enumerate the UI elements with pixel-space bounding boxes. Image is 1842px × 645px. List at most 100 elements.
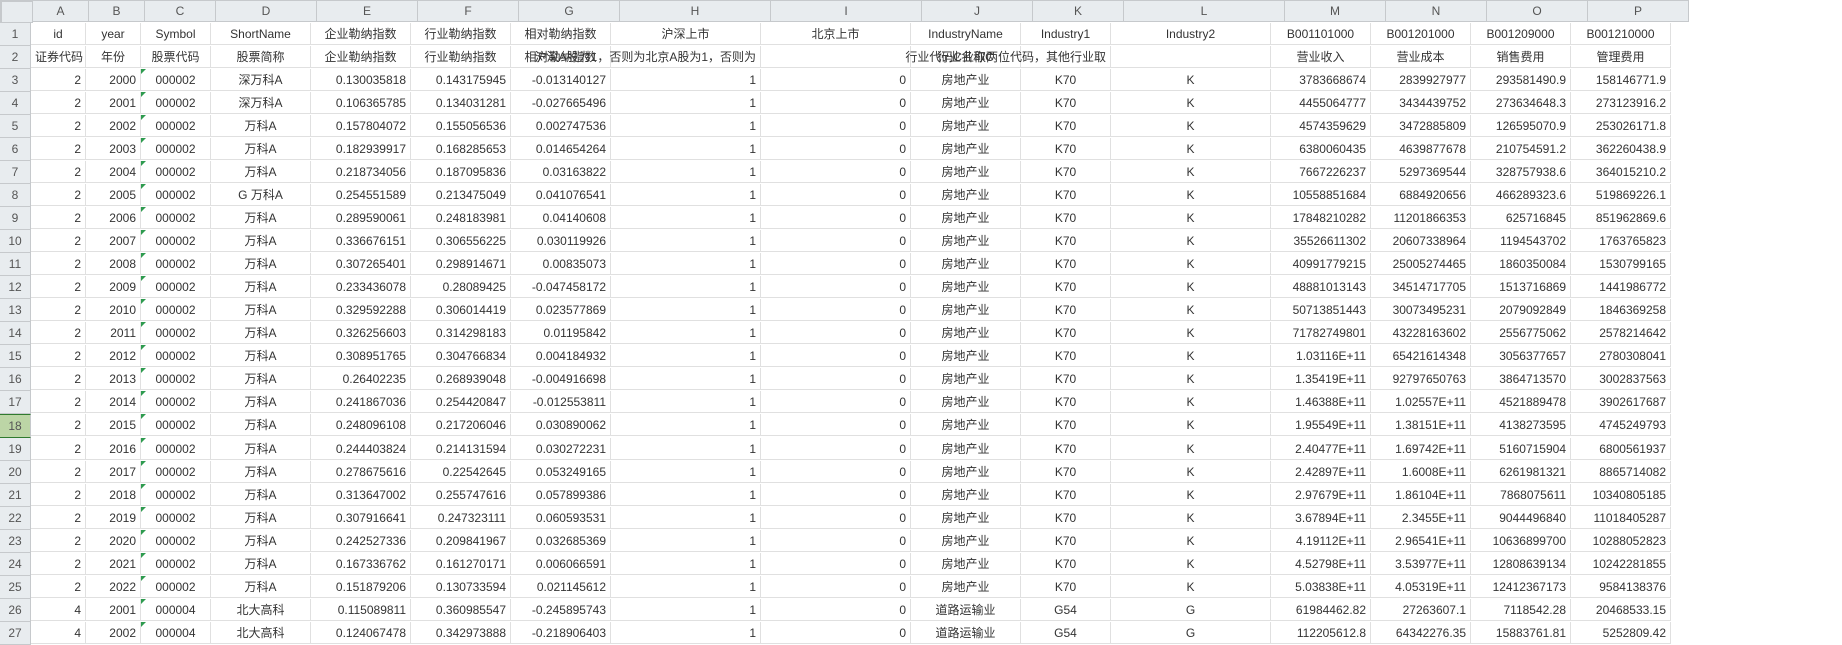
cell[interactable]: 营业收入 (1271, 46, 1371, 68)
cell[interactable]: 0.209841967 (411, 530, 511, 552)
cell[interactable]: 万科A (211, 230, 311, 252)
cell[interactable]: 1763765823 (1571, 230, 1671, 252)
cell[interactable]: 000002 (141, 438, 211, 460)
row-header-14[interactable]: 14 (0, 322, 31, 345)
cell[interactable]: -0.218906403 (511, 622, 611, 644)
cell[interactable]: 0.01195842 (511, 322, 611, 344)
cell[interactable]: 0.004184932 (511, 345, 611, 367)
cell[interactable]: 0.244403824 (311, 438, 411, 460)
cell[interactable]: 万科A (211, 461, 311, 483)
cell[interactable]: 0 (761, 414, 911, 436)
cell[interactable]: -0.004916698 (511, 368, 611, 390)
cell[interactable]: 2009 (86, 276, 141, 298)
cell[interactable]: 房地产业 (911, 414, 1021, 436)
cell[interactable]: 2002 (86, 115, 141, 137)
cell[interactable]: 10340805185 (1571, 484, 1671, 506)
cell[interactable]: 4 (31, 622, 86, 644)
cell[interactable]: 行业勒纳指数 (411, 23, 511, 45)
cell[interactable]: 2556775062 (1471, 322, 1571, 344)
col-header-H[interactable]: H (620, 1, 771, 22)
cell[interactable]: 万科A (211, 507, 311, 529)
cell[interactable]: 10636899700 (1471, 530, 1571, 552)
cell[interactable]: 000002 (141, 69, 211, 91)
cell[interactable]: 2 (31, 414, 86, 436)
cell[interactable]: 1 (611, 484, 761, 506)
cell[interactable]: K70 (1021, 322, 1111, 344)
cell[interactable]: IndustryName (911, 23, 1021, 45)
cell[interactable]: 1 (611, 599, 761, 621)
cell[interactable]: 0.151879206 (311, 576, 411, 598)
cell[interactable]: 年份 (86, 46, 141, 68)
cell[interactable]: K70 (1021, 530, 1111, 552)
row-header-12[interactable]: 12 (0, 276, 31, 299)
cell[interactable]: 0.03163822 (511, 161, 611, 183)
cell[interactable]: 2013 (86, 368, 141, 390)
cell[interactable]: 0 (761, 207, 911, 229)
cell[interactable]: 房地产业 (911, 530, 1021, 552)
cell[interactable]: 1 (611, 207, 761, 229)
cell[interactable]: 2018 (86, 484, 141, 506)
cell[interactable]: 行业代码C业取两位代码，其他行业取 (1021, 46, 1111, 68)
cell[interactable]: 1 (611, 622, 761, 644)
col-header-L[interactable]: L (1124, 1, 1285, 22)
cell[interactable]: 0.213475049 (411, 184, 511, 206)
cell[interactable]: 房地产业 (911, 391, 1021, 413)
cell[interactable]: 2019 (86, 507, 141, 529)
cell[interactable]: 2 (31, 484, 86, 506)
spreadsheet[interactable]: ABCDEFGHIJKLMNOP1idyearSymbolShortName企业… (0, 0, 1689, 645)
cell[interactable]: 0.242527336 (311, 530, 411, 552)
cell[interactable]: 6261981321 (1471, 461, 1571, 483)
cell[interactable]: 1.46388E+11 (1271, 391, 1371, 413)
cell[interactable]: 2 (31, 576, 86, 598)
cell[interactable]: 1 (611, 138, 761, 160)
cell[interactable]: 851962869.6 (1571, 207, 1671, 229)
cell[interactable]: 2.3455E+11 (1371, 507, 1471, 529)
cell[interactable]: 10558851684 (1271, 184, 1371, 206)
cell[interactable]: 112205612.8 (1271, 622, 1371, 644)
cell[interactable]: 0.342973888 (411, 622, 511, 644)
cell[interactable]: 1 (611, 507, 761, 529)
cell[interactable]: 3.53977E+11 (1371, 553, 1471, 575)
cell[interactable]: 0 (761, 391, 911, 413)
row-header-7[interactable]: 7 (0, 161, 31, 184)
cell[interactable]: K70 (1021, 184, 1111, 206)
cell[interactable]: 2006 (86, 207, 141, 229)
cell[interactable]: 0.134031281 (411, 92, 511, 114)
cell[interactable]: 0.161270171 (411, 553, 511, 575)
cell[interactable]: 1.35419E+11 (1271, 368, 1371, 390)
cell[interactable]: 1 (611, 414, 761, 436)
col-header-C[interactable]: C (145, 1, 216, 22)
cell[interactable]: K (1111, 69, 1271, 91)
cell[interactable]: -0.027665496 (511, 92, 611, 114)
cell[interactable]: B001101000 (1271, 23, 1371, 45)
cell[interactable]: 北大高科 (211, 599, 311, 621)
cell[interactable]: 0.26402235 (311, 368, 411, 390)
cell[interactable]: K70 (1021, 207, 1111, 229)
cell[interactable]: K (1111, 299, 1271, 321)
cell[interactable]: 5252809.42 (1571, 622, 1671, 644)
cell[interactable]: K (1111, 461, 1271, 483)
cell[interactable]: 0.143175945 (411, 69, 511, 91)
cell[interactable]: 4639877678 (1371, 138, 1471, 160)
cell[interactable]: 2079092849 (1471, 299, 1571, 321)
cell[interactable]: 1 (611, 69, 761, 91)
cell[interactable]: 519869226.1 (1571, 184, 1671, 206)
cell[interactable]: Industry2 (1111, 23, 1271, 45)
cell[interactable]: 000004 (141, 622, 211, 644)
cell[interactable]: 0.155056536 (411, 115, 511, 137)
cell[interactable]: 2021 (86, 553, 141, 575)
col-header-A[interactable]: A (33, 1, 89, 22)
cell[interactable]: K (1111, 576, 1271, 598)
cell[interactable]: 9044496840 (1471, 507, 1571, 529)
cell[interactable]: 万科A (211, 138, 311, 160)
cell[interactable]: 362260438.9 (1571, 138, 1671, 160)
cell[interactable]: 1 (611, 253, 761, 275)
cell[interactable]: 房地产业 (911, 184, 1021, 206)
cell[interactable]: 道路运输业 (911, 599, 1021, 621)
cell[interactable]: 0.157804072 (311, 115, 411, 137)
cell[interactable]: 2 (31, 345, 86, 367)
col-header-G[interactable]: G (519, 1, 620, 22)
row-header-8[interactable]: 8 (0, 184, 31, 207)
row-header-11[interactable]: 11 (0, 253, 31, 276)
cell[interactable]: 0 (761, 507, 911, 529)
